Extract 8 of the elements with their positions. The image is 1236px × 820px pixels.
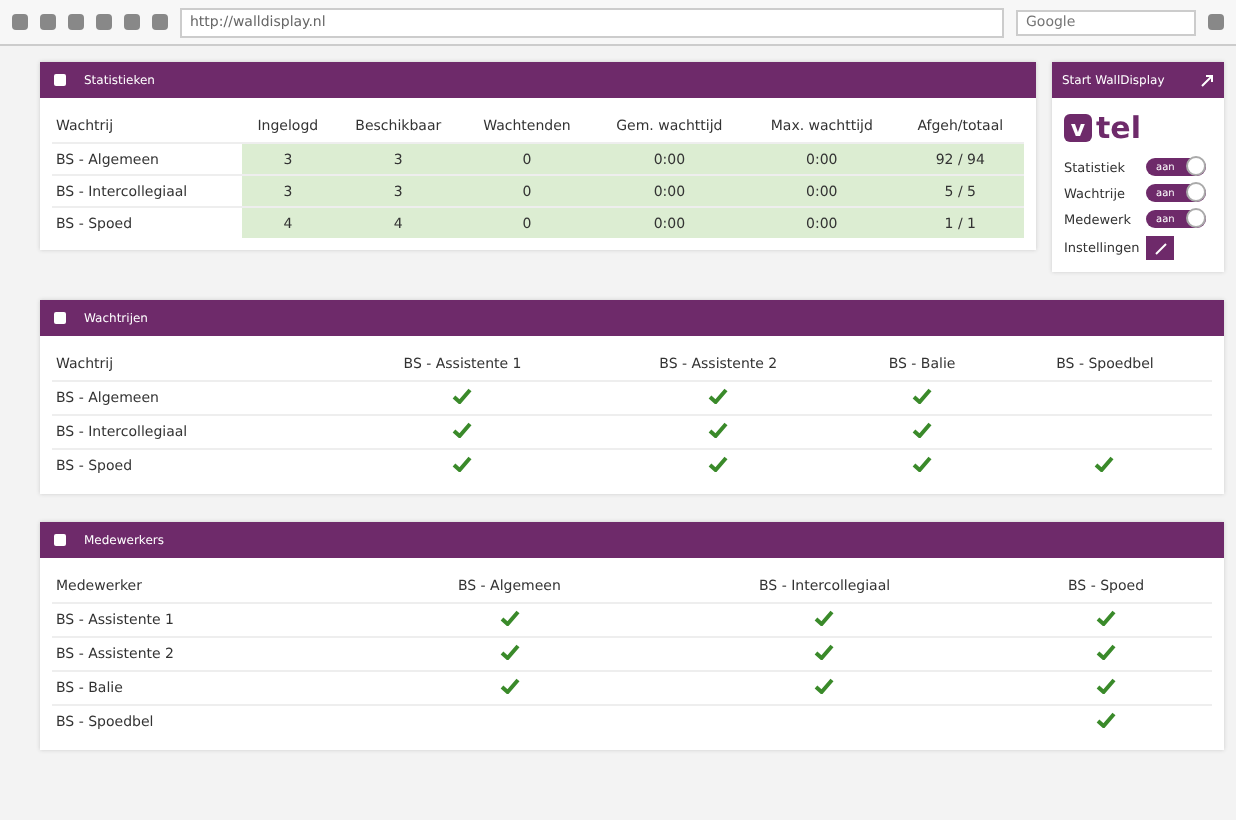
pencil-icon (1153, 241, 1167, 255)
panel-icon (52, 72, 68, 88)
logo-mark: v (1064, 114, 1092, 142)
expand-icon (1200, 73, 1214, 87)
panel-icon (52, 310, 68, 326)
logo-text: tel (1096, 110, 1141, 146)
settings-button[interactable] (1146, 236, 1174, 260)
panel-icon (52, 532, 68, 548)
